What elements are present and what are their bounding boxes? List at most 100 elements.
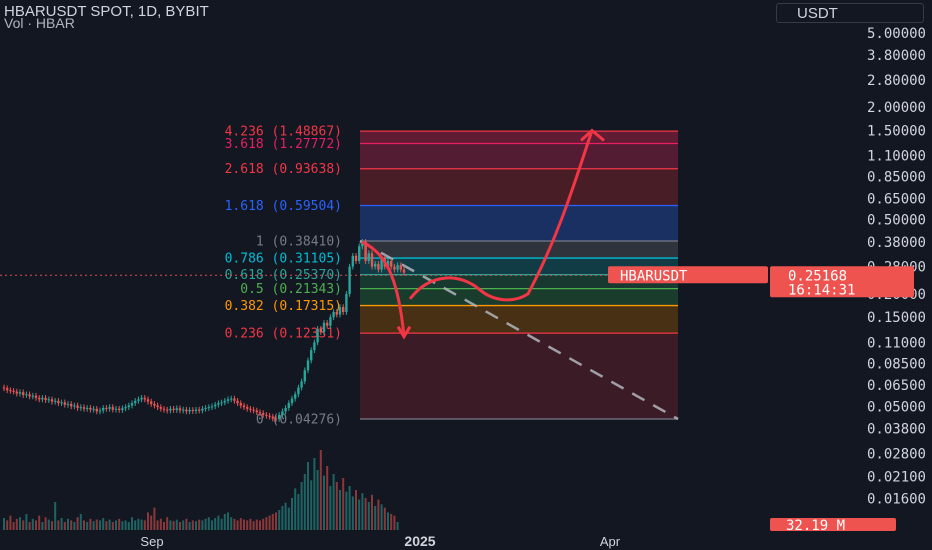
chart-canvas[interactable]: 4.236 (1.48867)3.618 (1.27772)2.618 (0.9…	[0, 0, 932, 550]
volume-bar	[230, 517, 233, 530]
price-axis-tick: 3.80000	[867, 48, 926, 64]
candle	[194, 409, 198, 411]
candle	[178, 408, 182, 411]
candle	[374, 263, 377, 267]
candle	[89, 407, 92, 410]
candle	[281, 411, 284, 415]
volume-bar	[355, 490, 357, 530]
candle	[12, 390, 15, 392]
volume-bar	[396, 522, 399, 530]
volume-bar	[371, 494, 373, 530]
candle	[201, 408, 204, 411]
volume-bar	[367, 502, 370, 530]
candle	[191, 409, 194, 411]
candle	[351, 255, 354, 267]
candle	[326, 322, 329, 326]
volume-bar	[351, 496, 354, 530]
price-axis-tick: 0.65000	[867, 191, 926, 207]
candle	[220, 402, 223, 404]
volume-bar	[358, 499, 361, 530]
fib-level-label: 1.618 (0.59504)	[225, 199, 342, 214]
price-axis-tick: 0.02800	[867, 446, 926, 462]
price-axis-tick: 0.02100	[867, 470, 926, 486]
candle	[15, 391, 18, 394]
candle	[303, 370, 306, 382]
time-axis-tick: Sep	[140, 534, 163, 549]
candle	[82, 407, 86, 409]
volume-bar	[22, 520, 25, 530]
price-axis-tick: 0.50000	[867, 213, 926, 229]
volume-bar	[262, 518, 265, 530]
volume-bar	[3, 518, 5, 530]
volume-bar	[307, 462, 309, 530]
volume-bar	[99, 520, 101, 530]
volume-bar	[211, 520, 213, 530]
candle	[66, 403, 70, 405]
volume-bar	[95, 519, 98, 530]
volume-bar	[179, 522, 181, 530]
volume-bar	[223, 514, 226, 530]
volume-bar	[390, 514, 393, 530]
candle	[271, 416, 274, 419]
volume-bar	[185, 518, 188, 530]
volume-bar	[377, 499, 380, 530]
volume-bar	[44, 517, 47, 530]
candle	[70, 403, 73, 407]
volume-bar	[243, 519, 245, 530]
volume-bar	[25, 514, 28, 530]
price-axis-tick: 2.00000	[867, 100, 926, 116]
candle	[226, 399, 230, 401]
candle	[134, 400, 137, 404]
volume-bar	[131, 517, 133, 530]
volume-bar	[201, 520, 204, 530]
volume-bar	[383, 507, 386, 530]
fib-level-label: 0.786 (0.31105)	[225, 252, 342, 267]
volume-bar	[204, 518, 207, 530]
candle	[204, 407, 207, 409]
volume-bar	[150, 515, 153, 530]
volume-bar	[118, 518, 121, 530]
volume-bar	[105, 521, 108, 530]
candle	[2, 387, 6, 389]
candle	[28, 394, 31, 397]
volume-bar	[67, 518, 69, 530]
candle	[265, 414, 268, 416]
fib-level-label: 1 (0.38410)	[256, 234, 342, 249]
fib-zone	[360, 333, 678, 419]
volume-bar	[137, 518, 140, 530]
candle	[18, 392, 22, 394]
volume-bar	[195, 521, 197, 530]
candle	[105, 407, 108, 409]
candle	[143, 397, 146, 400]
volume-bar	[51, 521, 53, 530]
volume-bar	[387, 512, 389, 530]
candle	[396, 265, 399, 270]
candle	[60, 402, 63, 404]
candle	[159, 407, 162, 409]
volume-bar	[47, 519, 50, 530]
volume-bar	[323, 475, 325, 530]
price-axis-tick: 0.38000	[867, 235, 926, 251]
volume-bar	[121, 521, 124, 530]
volume-bar	[79, 514, 82, 530]
volume-bar	[297, 494, 300, 530]
candle	[76, 405, 79, 408]
volume-bar	[198, 519, 201, 530]
currency-button[interactable]: USDT	[776, 3, 924, 23]
volume-bar	[233, 518, 236, 530]
volume-bar	[41, 522, 44, 530]
volume-bar	[140, 519, 143, 530]
candle	[274, 418, 278, 420]
volume-bar	[9, 515, 12, 530]
candle	[319, 328, 322, 333]
candle	[258, 412, 262, 414]
fib-level-label: 0.382 (0.17315)	[225, 299, 342, 314]
volume-bar	[252, 521, 255, 530]
candle	[41, 397, 44, 400]
candle	[86, 407, 89, 409]
volume-bar	[147, 512, 149, 530]
volume-bar	[281, 506, 284, 530]
volume-bar	[207, 517, 210, 530]
volume-bar	[159, 518, 162, 530]
volume-bar	[60, 518, 63, 530]
